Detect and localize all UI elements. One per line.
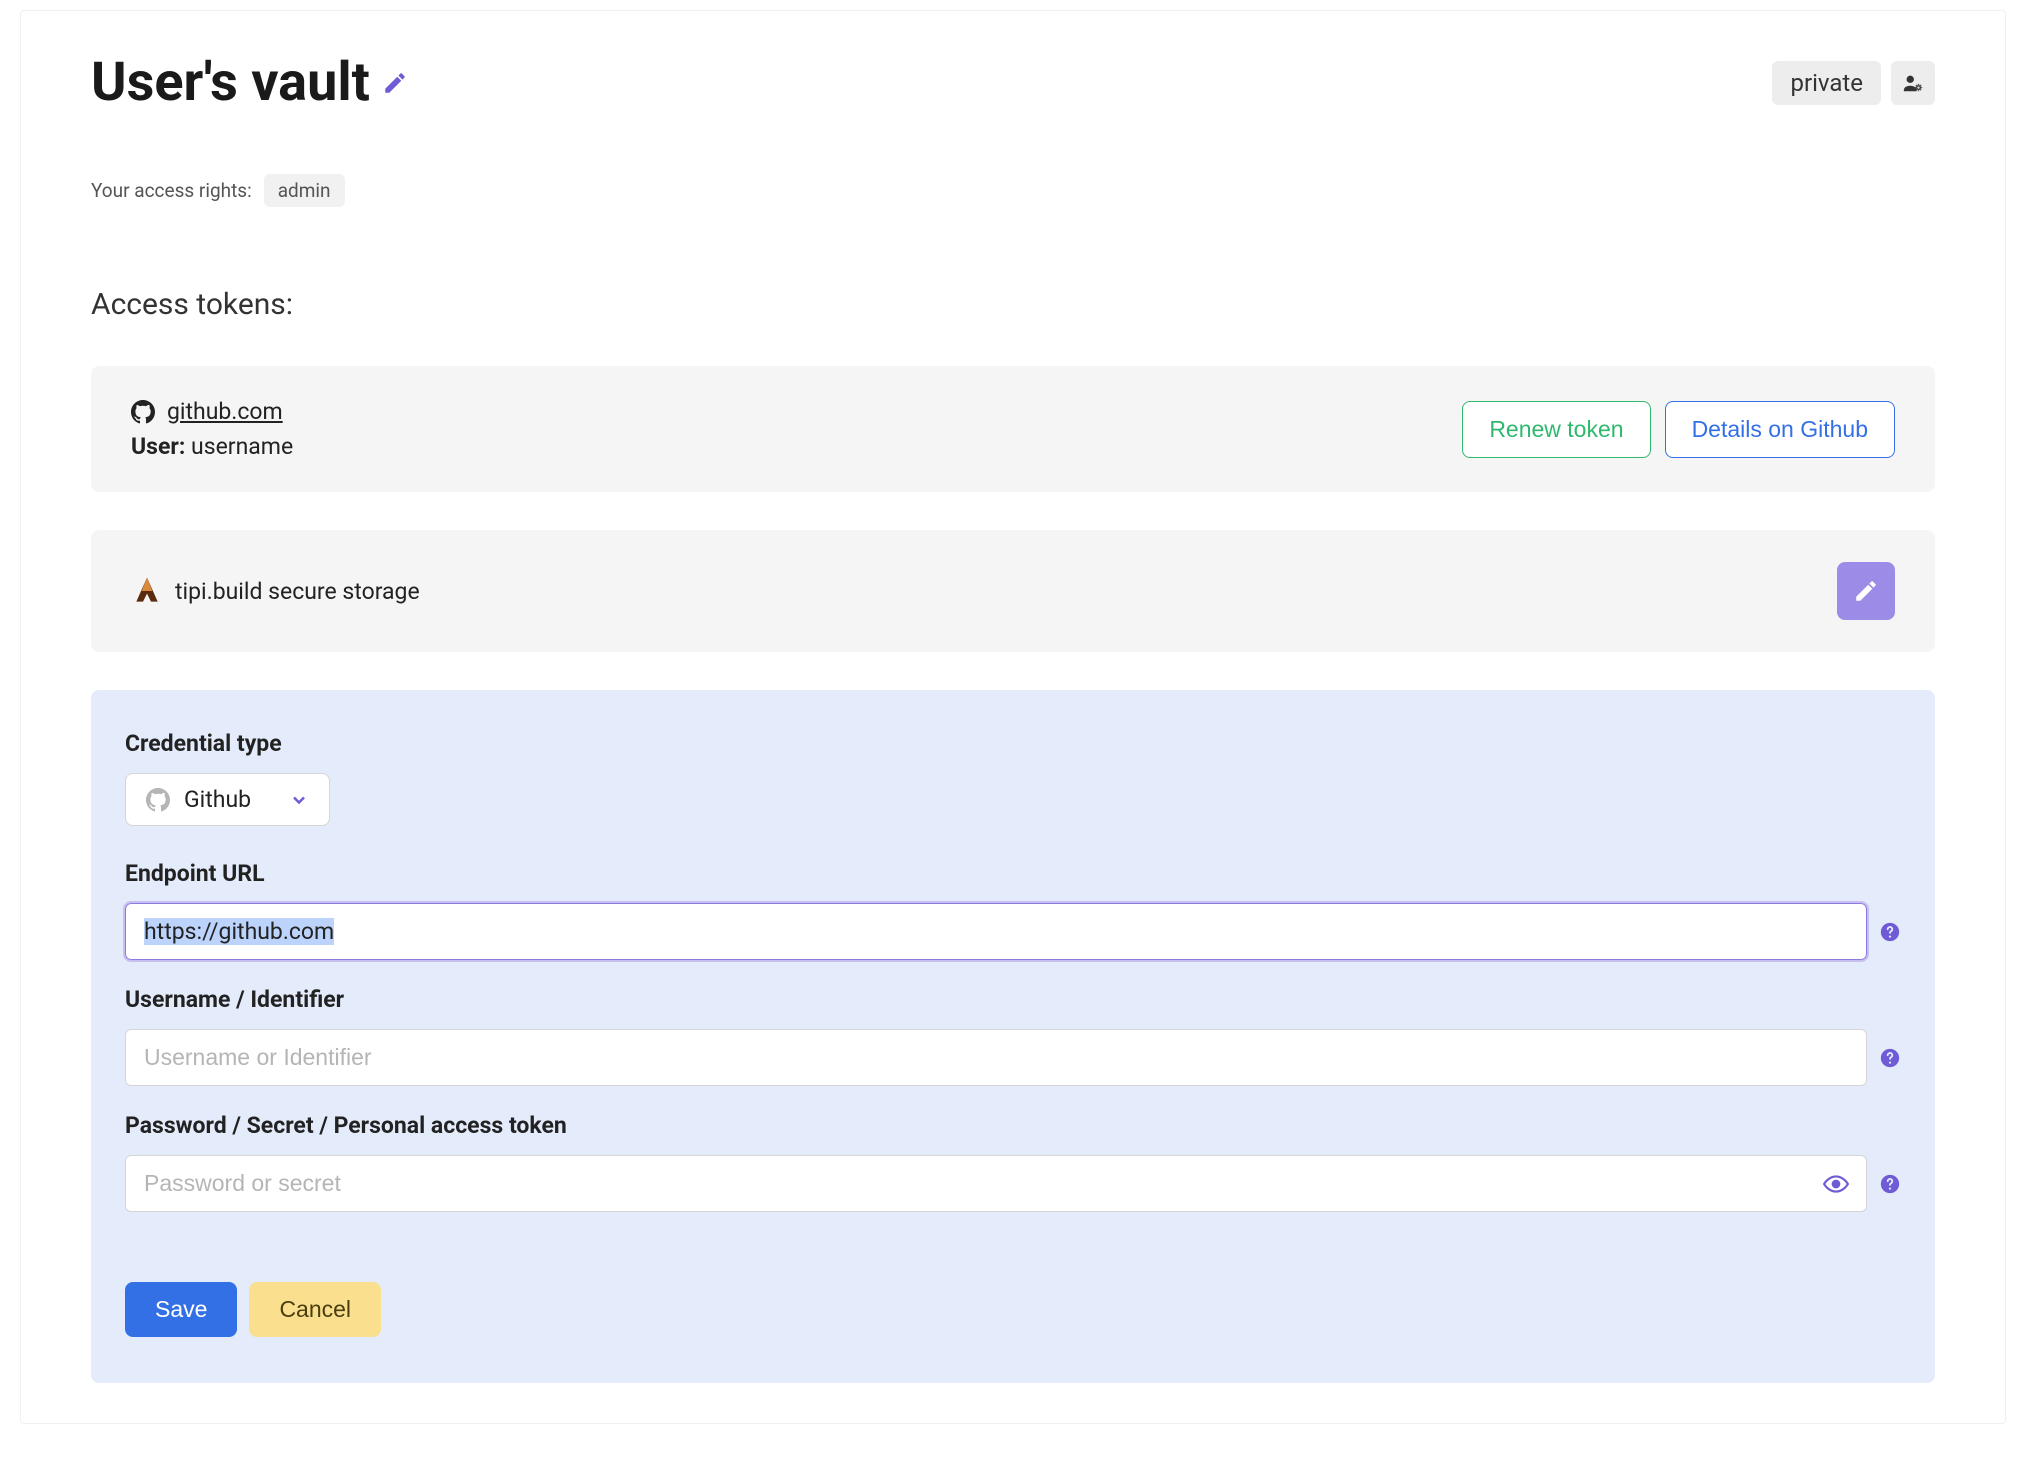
credential-type-value: Github: [184, 786, 251, 813]
endpoint-url-input[interactable]: https://github.com: [125, 903, 1867, 960]
password-input[interactable]: [125, 1155, 1867, 1212]
github-user-label: User:: [131, 433, 185, 460]
manage-users-button[interactable]: [1891, 61, 1935, 105]
help-icon[interactable]: [1879, 921, 1901, 943]
credential-type-select[interactable]: Github: [125, 773, 330, 826]
tipi-card-title: tipi.build secure storage: [175, 578, 420, 605]
username-label: Username / Identifier: [125, 986, 1901, 1013]
edit-title-icon[interactable]: [382, 70, 408, 96]
github-icon: [131, 400, 155, 424]
tipi-storage-card: tipi.build secure storage: [91, 530, 1935, 652]
password-label: Password / Secret / Personal access toke…: [125, 1112, 1901, 1139]
access-rights-label: Your access rights:: [91, 179, 252, 202]
github-icon: [146, 788, 170, 812]
edit-tipi-button[interactable]: [1837, 562, 1895, 620]
tipi-card-title-row: tipi.build secure storage: [131, 575, 420, 607]
user-gear-icon: [1902, 72, 1924, 94]
github-card-actions: Renew token Details on Github: [1462, 401, 1895, 458]
cancel-button[interactable]: Cancel: [249, 1282, 381, 1337]
github-user-value: username: [191, 433, 293, 460]
help-icon[interactable]: [1879, 1047, 1901, 1069]
credential-form: Credential type Github Endpoint URL http…: [91, 690, 1935, 1383]
title-wrap: User's vault: [91, 51, 408, 114]
access-role-badge: admin: [264, 174, 345, 207]
github-user-line: User: username: [131, 433, 293, 460]
page-header: User's vault private: [91, 51, 1935, 114]
endpoint-field-row: https://github.com: [125, 903, 1901, 960]
github-host-link[interactable]: github.com: [167, 398, 283, 425]
renew-token-button[interactable]: Renew token: [1462, 401, 1650, 458]
details-github-button[interactable]: Details on Github: [1665, 401, 1895, 458]
password-field-row: [125, 1155, 1901, 1212]
github-token-card: github.com User: username Renew token De…: [91, 366, 1935, 492]
password-input-container: [125, 1155, 1867, 1212]
github-card-title-row: github.com: [131, 398, 293, 425]
header-actions: private: [1772, 61, 1935, 105]
vault-page: User's vault private Your access rights:…: [20, 10, 2006, 1424]
page-title: User's vault: [91, 51, 370, 114]
access-tokens-heading: Access tokens:: [91, 287, 1935, 322]
endpoint-url-label: Endpoint URL: [125, 860, 1901, 887]
endpoint-url-value: https://github.com: [144, 918, 334, 945]
toggle-visibility-icon[interactable]: [1823, 1171, 1849, 1197]
username-input[interactable]: [125, 1029, 1867, 1086]
tipi-icon: [131, 575, 163, 607]
privacy-badge: private: [1772, 61, 1881, 105]
help-icon[interactable]: [1879, 1173, 1901, 1195]
pencil-icon: [1853, 578, 1879, 604]
access-rights-row: Your access rights: admin: [91, 174, 1935, 207]
save-button[interactable]: Save: [125, 1282, 237, 1337]
username-field-row: [125, 1029, 1901, 1086]
chevron-down-icon: [289, 790, 309, 810]
github-card-left: github.com User: username: [131, 398, 293, 460]
form-actions: Save Cancel: [125, 1282, 1901, 1337]
credential-type-label: Credential type: [125, 730, 1901, 757]
